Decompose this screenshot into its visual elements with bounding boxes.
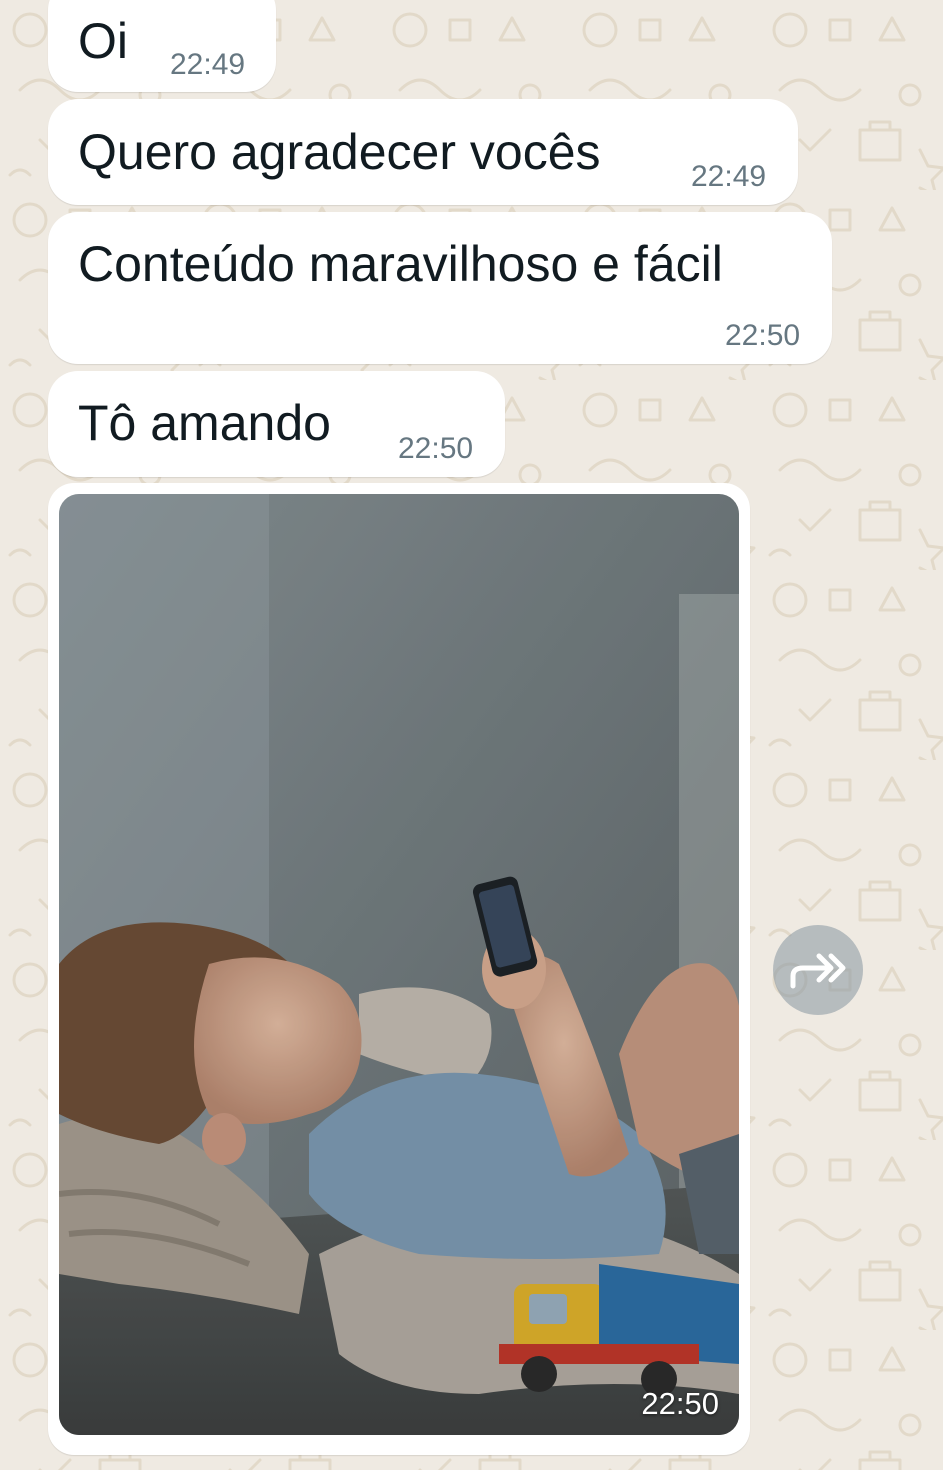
photo-timestamp: 22:50 — [641, 1386, 719, 1421]
message-bubble[interactable]: Oi 22:49 — [48, 0, 276, 92]
message-timestamp: 22:50 — [725, 319, 801, 352]
message-bubble[interactable]: Tô amando 22:50 — [48, 371, 505, 477]
message-timestamp: 22:50 — [398, 432, 474, 465]
message-bubble[interactable]: Conteúdo maravilhoso e fácil 22:50 — [48, 212, 832, 364]
forward-arrow-icon — [790, 953, 846, 989]
message-text: Oi — [78, 13, 128, 69]
message-text: Quero agradecer vocês — [78, 124, 601, 180]
message-timestamp: 22:49 — [691, 160, 767, 193]
message-text: Tô amando — [78, 395, 331, 451]
message-timestamp: 22:49 — [170, 48, 246, 81]
forward-button[interactable] — [773, 925, 863, 1015]
photo-message-bubble[interactable]: 22:50 — [48, 483, 750, 1455]
photo-thumbnail[interactable]: 22:50 — [59, 494, 739, 1435]
child-with-phone-photo — [59, 494, 739, 1435]
message-bubble[interactable]: Quero agradecer vocês 22:49 — [48, 99, 798, 205]
message-text: Conteúdo maravilhoso e fácil — [78, 236, 723, 292]
